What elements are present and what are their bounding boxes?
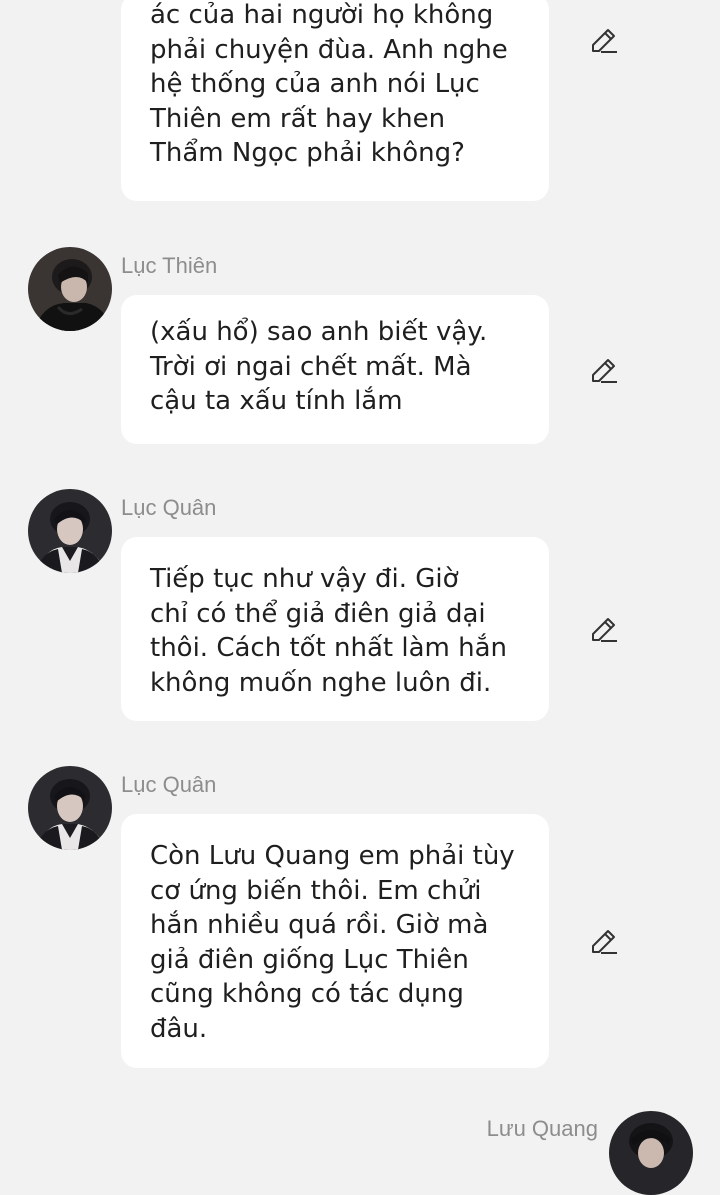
message-text: Tiếp tục như vậy đi. Giờ chỉ có thể giả …: [150, 564, 508, 698]
sender-name: Lục Quân: [121, 772, 217, 797]
avatar-luc-thien-icon: [28, 247, 112, 331]
message-bubble[interactable]: ác của hai người họ không phải chuyện đù…: [121, 0, 549, 201]
sender-name: Lục Thiên: [121, 253, 218, 278]
sender-name: Lục Quân: [121, 495, 217, 520]
message-bubble[interactable]: Còn Lưu Quang em phải tùy cơ ứng biến th…: [121, 814, 549, 1068]
avatar-luu-quang-icon: [609, 1111, 693, 1195]
avatar[interactable]: [609, 1111, 693, 1195]
avatar[interactable]: [28, 766, 112, 850]
avatar-luc-quan-icon: [28, 489, 112, 573]
sender-name: Lưu Quang: [486, 1116, 598, 1141]
pencil-edit-icon[interactable]: [589, 614, 619, 644]
avatar[interactable]: [28, 489, 112, 573]
pencil-edit-icon[interactable]: [589, 25, 619, 55]
message-text: Còn Lưu Quang em phải tùy cơ ứng biến th…: [150, 841, 515, 1044]
chat-thread: ác của hai người họ không phải chuyện đù…: [0, 0, 720, 1195]
message-text: (xấu hổ) sao anh biết vậy. Trời ơi ngai …: [150, 317, 488, 416]
avatar[interactable]: [28, 247, 112, 331]
avatar-luc-quan-icon: [28, 766, 112, 850]
message-bubble[interactable]: (xấu hổ) sao anh biết vậy. Trời ơi ngai …: [121, 295, 549, 444]
pencil-edit-icon[interactable]: [589, 926, 619, 956]
message-text: ác của hai người họ không phải chuyện đù…: [150, 0, 508, 168]
pencil-edit-icon[interactable]: [589, 355, 619, 385]
message-bubble[interactable]: Tiếp tục như vậy đi. Giờ chỉ có thể giả …: [121, 537, 549, 721]
